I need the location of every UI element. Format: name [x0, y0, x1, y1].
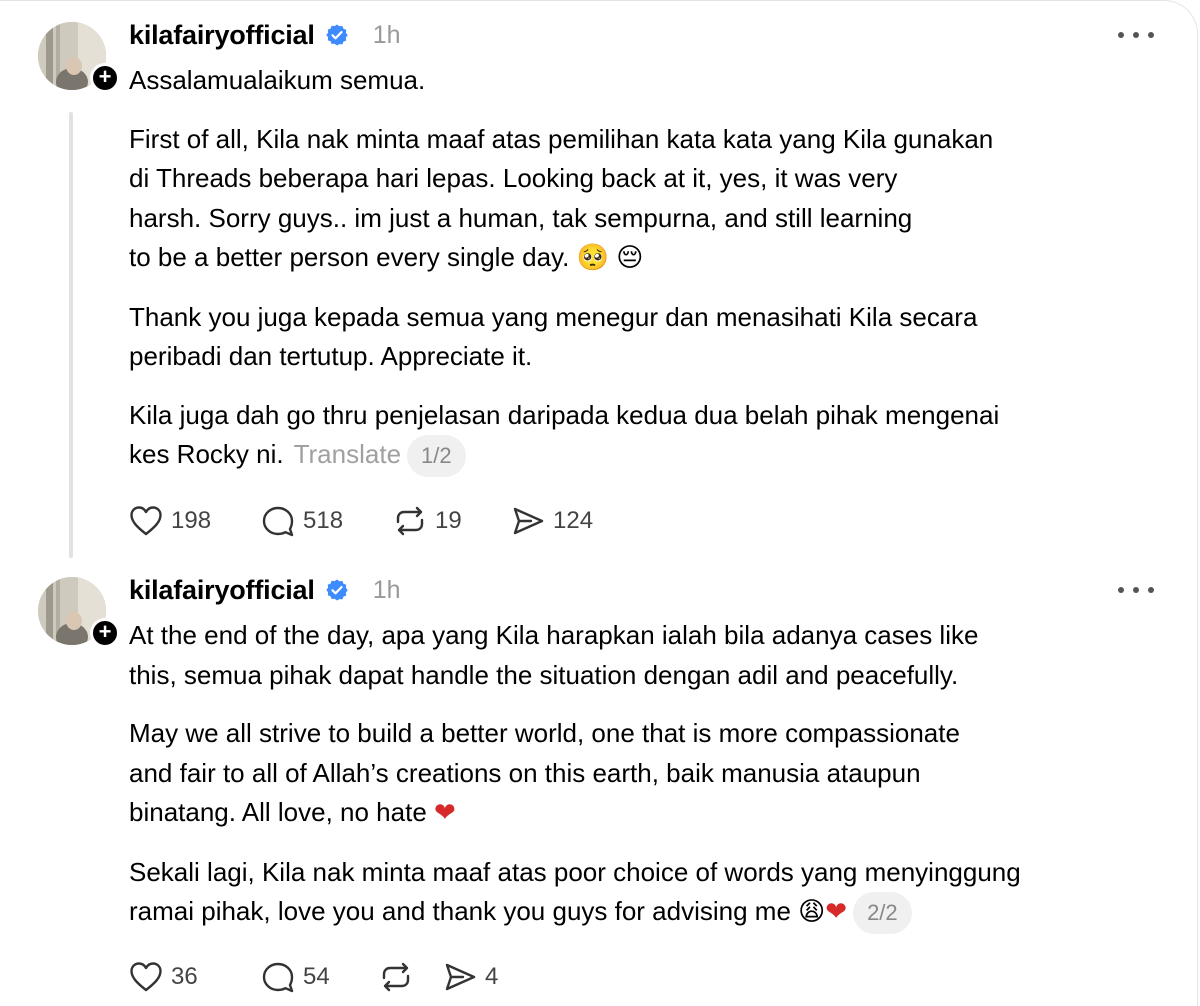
repost-icon [382, 962, 410, 992]
repost-button[interactable]: 19 [393, 505, 511, 537]
share-button[interactable]: 4 [443, 961, 498, 993]
follow-plus-icon[interactable]: + [90, 618, 120, 648]
post-body: Assalamualaikum semua. First of all, Kil… [129, 61, 1149, 496]
post-time[interactable]: 1h [373, 21, 401, 50]
post-paragraph: Assalamualaikum semua. [129, 65, 426, 95]
verified-badge-icon [325, 24, 348, 46]
post-actions: 36 54 4 [129, 957, 498, 997]
username[interactable]: kilafairyofficial [129, 575, 315, 606]
post-paragraph: Thank you juga kepada semua yang menegur… [129, 301, 978, 372]
username[interactable]: kilafairyofficial [129, 20, 315, 51]
more-horizontal-icon[interactable] [1118, 29, 1154, 41]
red-heart-emoji: ❤ [434, 798, 456, 828]
like-count: 198 [171, 507, 212, 534]
like-button[interactable]: 198 [129, 505, 261, 537]
post-time[interactable]: 1h [373, 576, 401, 605]
comment-icon [262, 962, 294, 993]
repost-icon [396, 506, 424, 536]
reply-button[interactable]: 518 [261, 505, 393, 537]
post-body: At the end of the day, apa yang Kila har… [129, 616, 1149, 953]
avatar-container[interactable]: + [38, 577, 120, 648]
avatar-container[interactable]: + [38, 22, 120, 93]
share-count: 124 [553, 507, 594, 534]
more-horizontal-icon[interactable] [1118, 584, 1154, 596]
weary-face-emoji: 😩 [798, 897, 826, 927]
heart-icon [130, 962, 162, 992]
post-paragraph: At the end of the day, apa yang Kila har… [129, 620, 979, 690]
thread-post-1: + kilafairyofficial 1h Assalamualaikum s… [0, 0, 1200, 560]
pleading-face-emoji: 🥺 [576, 243, 609, 273]
reply-count: 518 [303, 507, 344, 534]
comment-icon [262, 506, 294, 537]
post-paragraph-text: May we all strive to build a better worl… [129, 718, 960, 827]
send-icon [513, 507, 544, 535]
repost-button[interactable] [379, 961, 443, 993]
post-paragraph: Sekali lagi, Kila nak minta maaf atas po… [129, 853, 1149, 935]
thread-post-2: + kilafairyofficial 1h At the end of the… [0, 560, 1200, 1006]
post-header: kilafairyofficial 1h [129, 20, 401, 50]
post-header: kilafairyofficial 1h [129, 575, 401, 605]
send-icon [445, 963, 476, 991]
thread-page-indicator: 1/2 [407, 435, 466, 478]
share-count: 4 [485, 963, 499, 990]
pensive-face-emoji: 😔 [616, 243, 644, 273]
post-paragraph: Kila juga dah go thru penjelasan daripad… [129, 396, 1149, 478]
reply-count: 54 [303, 963, 330, 990]
verified-badge-icon [325, 579, 348, 601]
like-count: 36 [171, 963, 198, 990]
repost-count: 19 [435, 507, 462, 534]
heart-icon [130, 506, 162, 536]
thread-connector-line [69, 112, 73, 558]
reply-button[interactable]: 54 [261, 961, 379, 993]
translate-link[interactable]: Translate [294, 439, 401, 469]
red-heart-emoji: ❤ [825, 897, 848, 927]
post-paragraph: First of all, Kila nak minta maaf atas p… [129, 120, 1149, 279]
post-paragraph-text: Kila juga dah go thru penjelasan daripad… [129, 399, 1000, 470]
post-paragraph: May we all strive to build a better worl… [129, 714, 1149, 834]
post-actions: 198 518 19 124 [129, 501, 593, 541]
thread-page-indicator: 2/2 [853, 892, 912, 935]
follow-plus-icon[interactable]: + [90, 63, 120, 93]
post-paragraph-text: First of all, Kila nak minta maaf atas p… [129, 123, 994, 273]
like-button[interactable]: 36 [129, 961, 261, 993]
share-button[interactable]: 124 [511, 505, 593, 537]
